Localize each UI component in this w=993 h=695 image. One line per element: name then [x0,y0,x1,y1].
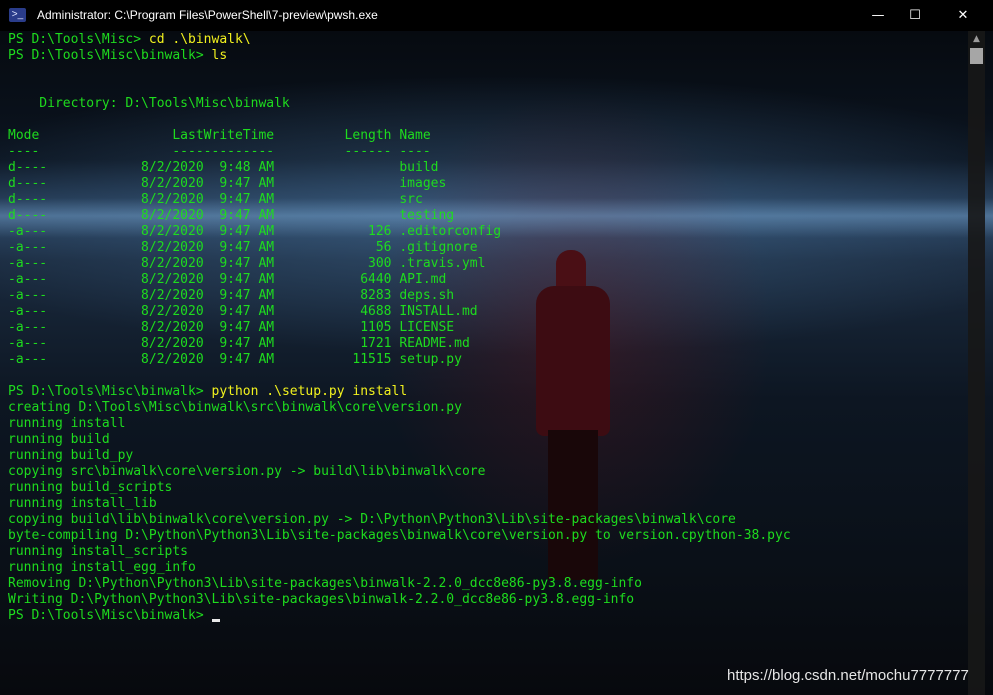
output-line: creating D:\Tools\Misc\binwalk\src\binwa… [8,400,462,415]
output-line: d---- 8/2/2020 9:48 AM build [8,160,439,175]
output-line: d---- 8/2/2020 9:47 AM src [8,192,423,207]
prompt-text: PS D:\Tools\Misc> [8,32,149,47]
terminal-window: >_ Administrator: C:\Program Files\Power… [0,0,993,695]
window-title: Administrator: C:\Program Files\PowerShe… [37,8,378,22]
output-line: -a--- 8/2/2020 9:47 AM 56 .gitignore [8,240,478,255]
output-line: running build_py [8,448,134,463]
scroll-up-arrow-icon[interactable]: ▲ [968,31,985,48]
prompt-text: PS D:\Tools\Misc\binwalk> [8,608,212,623]
output-line: -a--- 8/2/2020 9:47 AM 6440 API.md [8,272,447,287]
command-text: python .\setup.py install [211,384,408,399]
output-line: byte-compiling D:\Python\Python3\Lib\sit… [8,528,791,543]
powershell-icon[interactable]: >_ [9,8,26,22]
vertical-scrollbar[interactable]: ▲ [968,31,985,695]
output-line: d---- 8/2/2020 9:47 AM testing [8,208,455,223]
output-line: -a--- 8/2/2020 9:47 AM 4688 INSTALL.md [8,304,478,319]
console-output[interactable]: PS D:\Tools\Misc> cd .\binwalk\ PS D:\Too… [8,32,963,624]
output-line: Mode LastWriteTime Length Name [8,128,431,143]
output-line: -a--- 8/2/2020 9:47 AM 126 .editorconfig [8,224,502,239]
prompt-text: PS D:\Tools\Misc\binwalk> [8,48,212,63]
prompt-line: PS D:\Tools\Misc> cd .\binwalk\ [8,32,963,48]
output-line: -a--- 8/2/2020 9:47 AM 1721 README.md [8,336,470,351]
output-line: running install [8,416,126,431]
output-line: Removing D:\Python\Python3\Lib\site-pack… [8,576,642,591]
output-line: Directory: D:\Tools\Misc\binwalk [8,96,290,111]
prompt-line: PS D:\Tools\Misc\binwalk> python .\setup… [8,384,963,400]
output-line: -a--- 8/2/2020 9:47 AM 1105 LICENSE [8,320,455,335]
output-line: copying build\lib\binwalk\core\version.p… [8,512,736,527]
output-line: running build_scripts [8,480,173,495]
prompt-line: PS D:\Tools\Misc\binwalk> [8,608,963,624]
output-line: -a--- 8/2/2020 9:47 AM 8283 deps.sh [8,288,455,303]
scrollbar-thumb[interactable] [970,48,983,64]
command-text: cd .\binwalk\ [148,32,251,47]
watermark-text: https://blog.csdn.net/mochu7777777 [727,667,969,684]
command-text: ls [211,48,228,63]
output-line: running install_scripts [8,544,189,559]
output-line: running build [8,432,110,447]
output-line: Writing D:\Python\Python3\Lib\site-packa… [8,592,635,607]
prompt-text: PS D:\Tools\Misc\binwalk> [8,384,212,399]
output-line: -a--- 8/2/2020 9:47 AM 300 .travis.yml [8,256,486,271]
output-line: -a--- 8/2/2020 9:47 AM 11515 setup.py [8,352,462,367]
output-line: copying src\binwalk\core\version.py -> b… [8,464,486,479]
text-cursor[interactable] [211,619,220,622]
output-line: running install_lib [8,496,157,511]
maximize-button[interactable]: ☐ [892,0,938,31]
output-line: ---- ------------- ------ ---- [8,144,431,159]
prompt-line: PS D:\Tools\Misc\binwalk> ls [8,48,963,64]
output-line: running install_egg_info [8,560,196,575]
title-bar[interactable]: >_ Administrator: C:\Program Files\Power… [0,0,993,31]
output-line: d---- 8/2/2020 9:47 AM images [8,176,447,191]
close-button[interactable]: ✕ [940,0,986,31]
